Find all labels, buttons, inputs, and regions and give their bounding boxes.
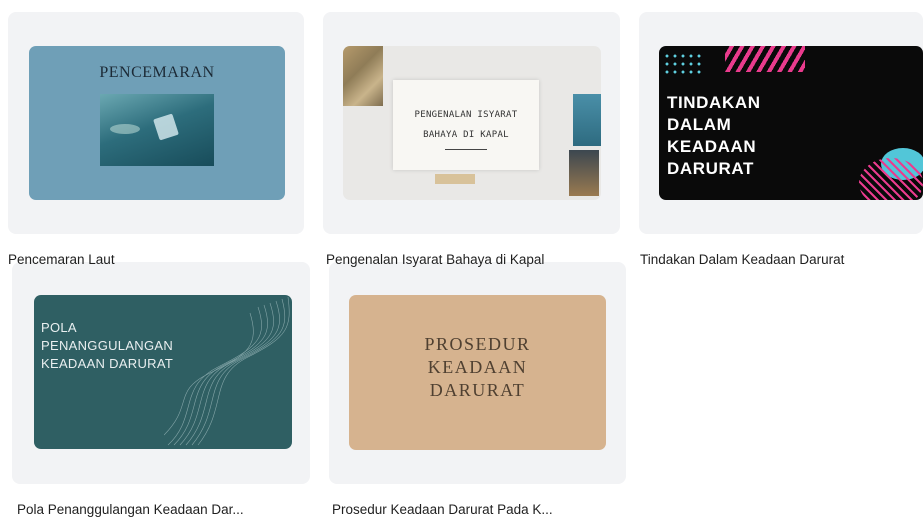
ocean-pollution-image <box>100 94 214 166</box>
sunset-photo-image <box>569 150 599 196</box>
design-title-link[interactable]: Prosedur Keadaan Darurat Pada K... <box>332 502 626 517</box>
thumbnail-title: PENCEMARAN <box>99 64 215 81</box>
dots-decoration <box>663 52 703 76</box>
design-thumbnail: PROSEDUR KEADAAN DARURAT <box>349 295 606 450</box>
tape-decoration <box>435 174 475 184</box>
thumbnail-title-line: KEADAAN <box>427 357 528 377</box>
thumbnail-title-line: BAHAYA DI KAPAL <box>423 130 509 140</box>
scribble-decoration <box>859 158 923 200</box>
thumbnail-title-line: DALAM <box>667 115 732 134</box>
thumbnail-title-line: KEADAAN DARURAT <box>41 356 174 371</box>
thumbnail-title-line: KEADAAN <box>667 137 757 156</box>
thumbnail-title-line: TINDAKAN <box>667 93 761 112</box>
thumbnail-title-line: POLA <box>41 320 77 335</box>
design-thumbnail: POLA PENANGGULANGAN KEADAAN DARURAT <box>34 295 292 449</box>
wave-lines-decoration <box>164 296 290 446</box>
design-thumbnail: TINDAKAN DALAM KEADAAN DARURAT <box>659 46 923 200</box>
design-card-pola-penanggulangan[interactable]: POLA PENANGGULANGAN KEADAAN DARURAT <box>12 262 310 484</box>
thumbnail-title-line: DARURAT <box>429 380 526 400</box>
divider <box>445 149 487 150</box>
sea-photo-image <box>573 94 601 146</box>
thumbnail-title-line: PROSEDUR <box>424 334 531 354</box>
design-card-pencemaran-laut[interactable]: PENCEMARAN <box>8 12 304 234</box>
thumbnail-title-line: PENANGGULANGAN <box>41 338 174 353</box>
design-card-tindakan-darurat[interactable]: TINDAKAN DALAM KEADAAN DARURAT <box>639 12 923 234</box>
map-collage-image <box>343 46 383 106</box>
design-title-link[interactable]: Pencemaran Laut <box>8 252 304 267</box>
crumpled-paper: PENGENALAN ISYARAT BAHAYA DI KAPAL <box>393 80 539 170</box>
design-thumbnail: PENCEMARAN <box>29 46 285 200</box>
design-card-pengenalan-isyarat[interactable]: PENGENALAN ISYARAT BAHAYA DI KAPAL <box>323 12 620 234</box>
brush-stroke-decoration <box>725 46 805 72</box>
design-thumbnail: PENGENALAN ISYARAT BAHAYA DI KAPAL <box>343 46 601 200</box>
design-title-link[interactable]: Tindakan Dalam Keadaan Darurat <box>640 252 923 267</box>
design-title-link[interactable]: Pengenalan Isyarat Bahaya di Kapal <box>326 252 620 267</box>
thumbnail-title-line: PENGENALAN ISYARAT <box>414 110 518 120</box>
design-card-prosedur-darurat[interactable]: PROSEDUR KEADAAN DARURAT <box>329 262 626 484</box>
thumbnail-title-line: DARURAT <box>667 159 754 178</box>
design-title-link[interactable]: Pola Penanggulangan Keadaan Dar... <box>17 502 309 517</box>
